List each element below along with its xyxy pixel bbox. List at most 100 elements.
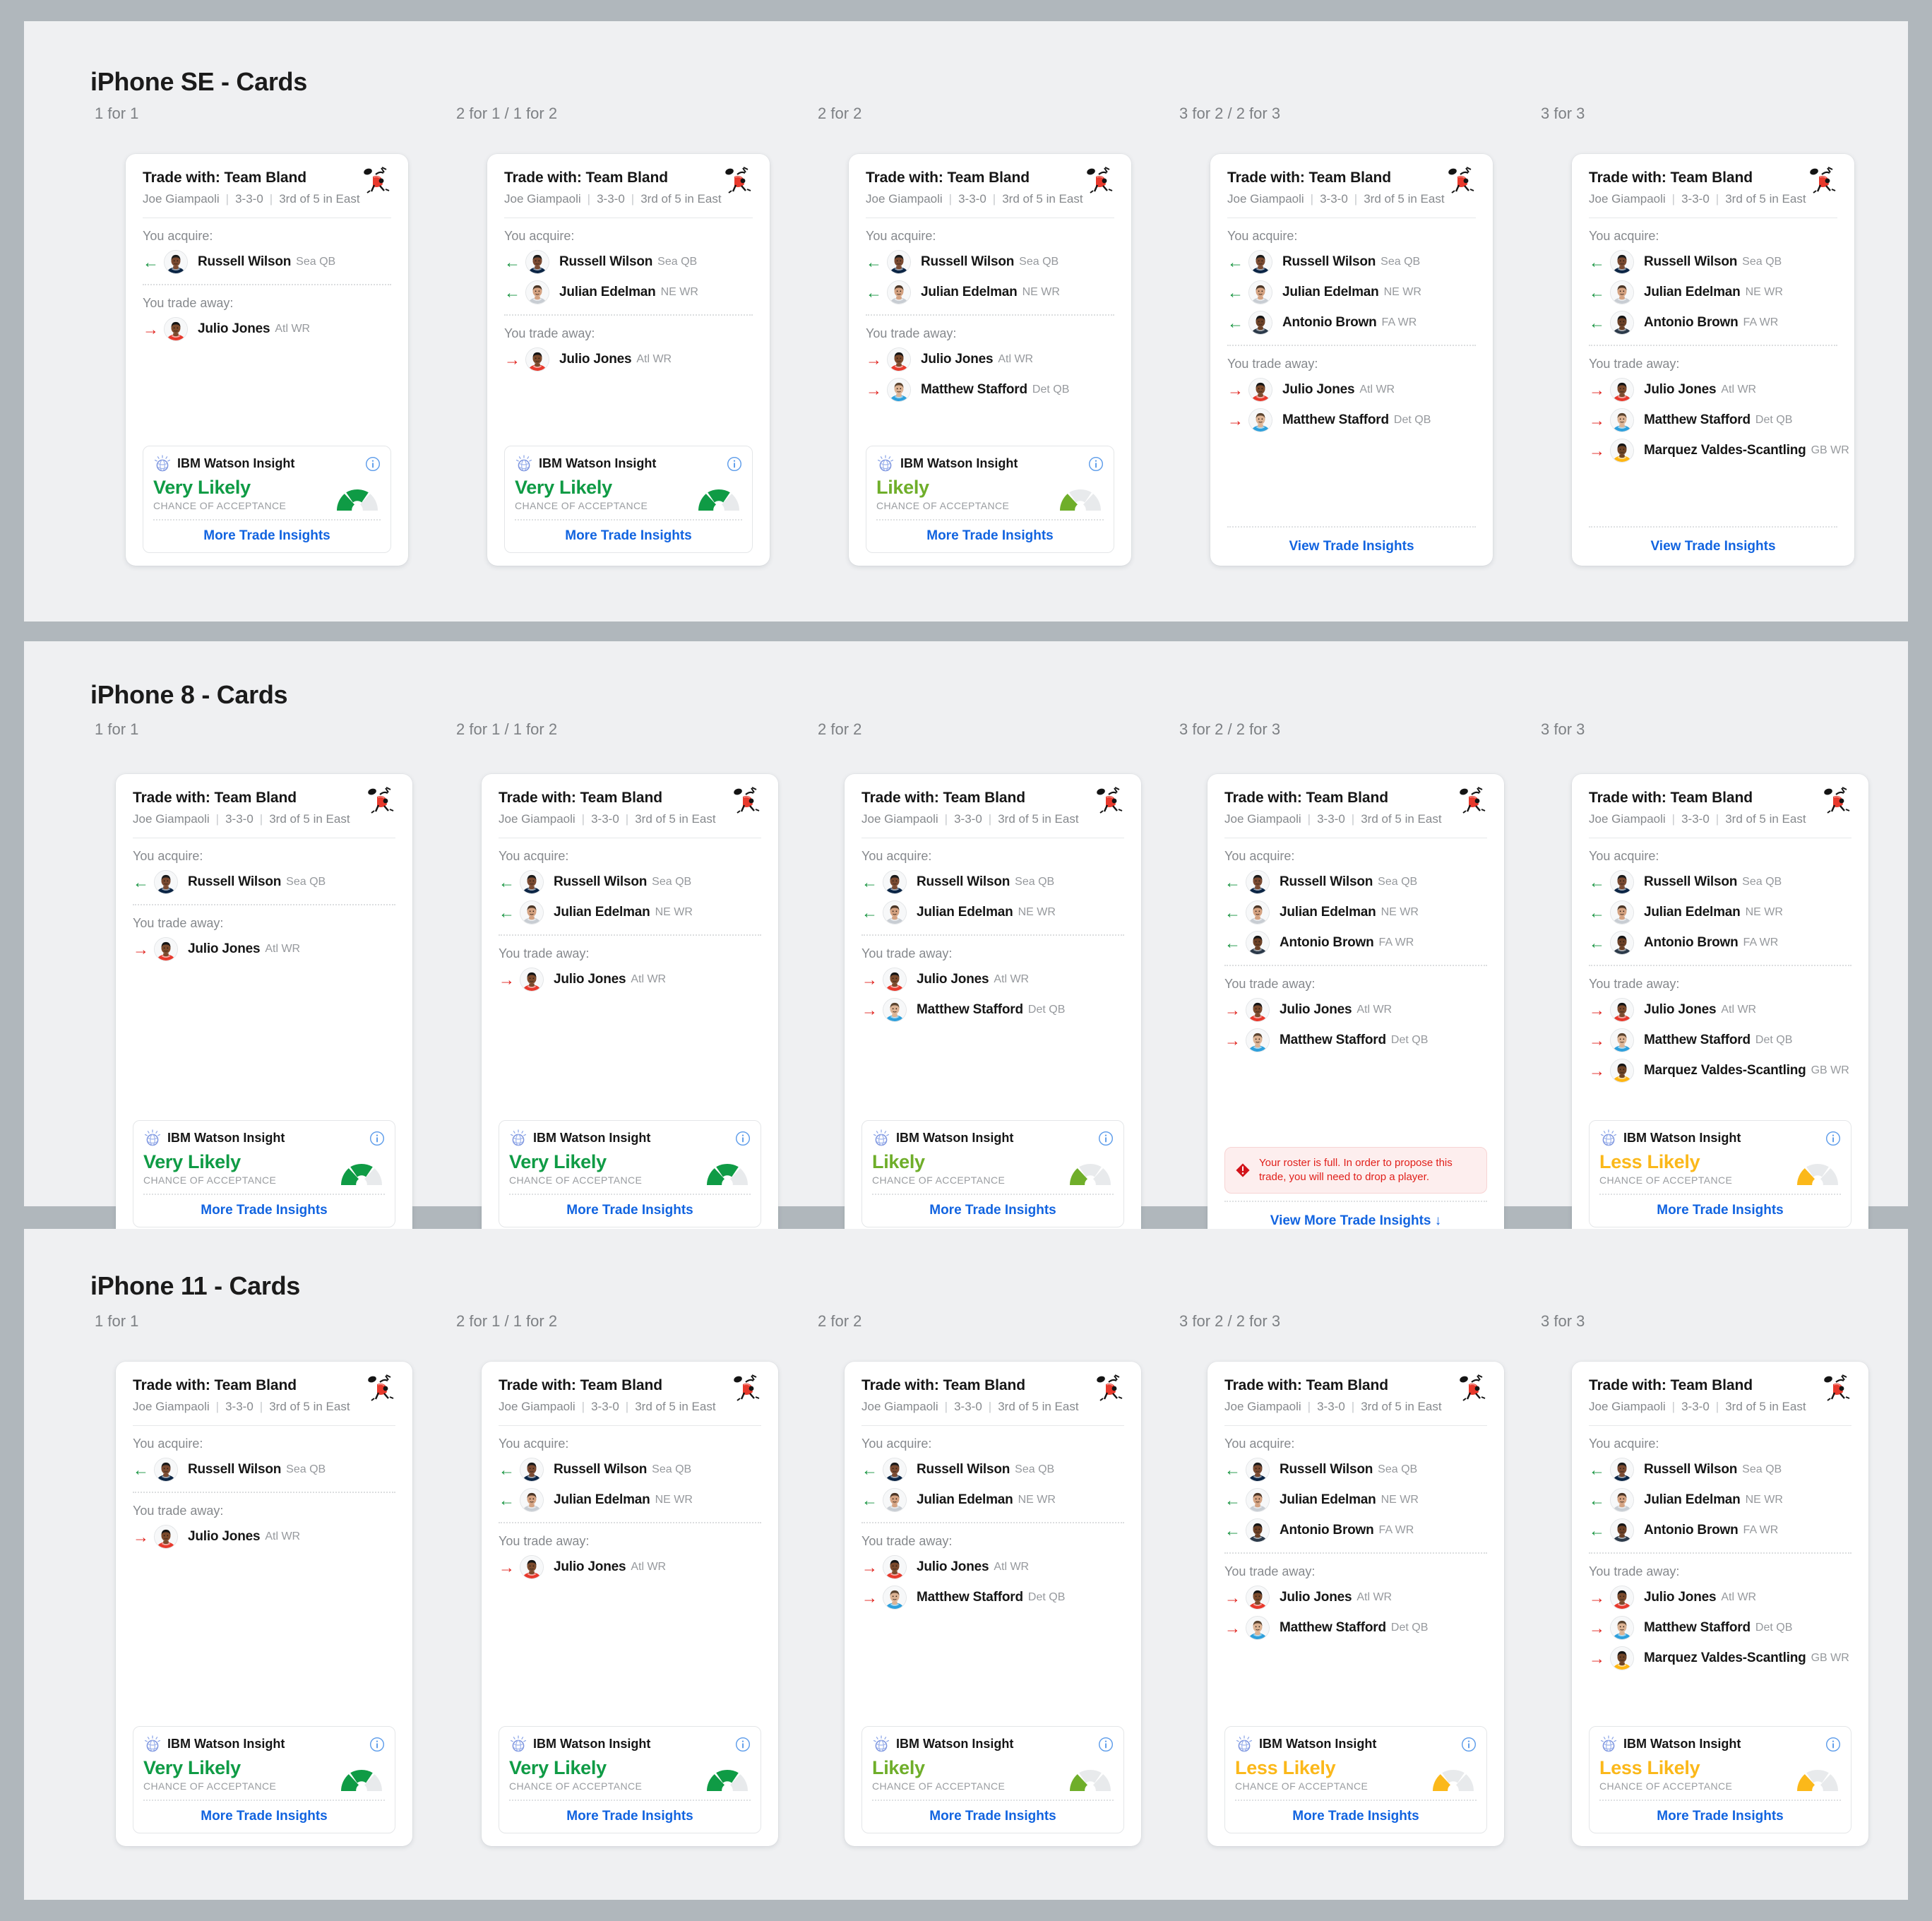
trade-card[interactable]: Trade with: Team Bland Joe Giampaoli | 3-3…: [845, 774, 1141, 1240]
player-row[interactable]: → Matthew Stafford Det QB: [1227, 408, 1476, 432]
more-trade-insights-link[interactable]: More Trade Insights: [201, 1203, 327, 1218]
player-row[interactable]: → Matthew Stafford Det QB: [1224, 1028, 1487, 1052]
player-row[interactable]: ← Russell Wilson Sea QB: [1224, 1458, 1487, 1482]
trade-card[interactable]: Trade with: Team Bland Joe Giampaoli | 3-3…: [116, 774, 412, 1240]
player-row[interactable]: → Julio Jones Atl WR: [133, 937, 395, 961]
player-row[interactable]: → Julio Jones Atl WR: [133, 1525, 395, 1549]
player-row[interactable]: ← Russell Wilson Sea QB: [143, 250, 391, 274]
player-row[interactable]: → Julio Jones Atl WR: [1227, 378, 1476, 402]
info-circle-icon[interactable]: [1461, 1737, 1477, 1752]
more-trade-insights-link[interactable]: More Trade Insights: [929, 1203, 1056, 1218]
trade-card[interactable]: Trade with: Team Bland Joe Giampaoli | 3-3…: [487, 154, 770, 566]
player-row[interactable]: → Julio Jones Atl WR: [1224, 998, 1487, 1022]
player-row[interactable]: ← Julian Edelman NE WR: [1227, 280, 1476, 304]
trade-card[interactable]: Trade with: Team Bland Joe Giampaoli | 3-3…: [1572, 774, 1868, 1240]
trade-card[interactable]: Trade with: Team Bland Joe Giampaoli | 3-3…: [1210, 154, 1493, 566]
more-trade-insights-link[interactable]: More Trade Insights: [926, 528, 1053, 543]
player-row[interactable]: → Julio Jones Atl WR: [866, 347, 1114, 371]
player-row[interactable]: ← Russell Wilson Sea QB: [1589, 250, 1837, 274]
player-row[interactable]: ← Julian Edelman NE WR: [1589, 1488, 1852, 1512]
player-row[interactable]: ← Russell Wilson Sea QB: [866, 250, 1114, 274]
player-row[interactable]: ← Antonio Brown FA WR: [1589, 931, 1852, 955]
player-row[interactable]: → Julio Jones Atl WR: [861, 968, 1124, 992]
more-trade-insights-link[interactable]: More Trade Insights: [565, 528, 691, 543]
info-circle-icon[interactable]: [369, 1737, 385, 1752]
player-row[interactable]: → Matthew Stafford Det QB: [1589, 1028, 1852, 1052]
player-row[interactable]: → Julio Jones Atl WR: [1589, 378, 1837, 402]
trade-card[interactable]: Trade with: Team Bland Joe Giampaoli | 3-3…: [1208, 774, 1504, 1240]
view-trade-insights-link[interactable]: View Trade Insights: [1650, 539, 1775, 554]
player-row[interactable]: ← Julian Edelman NE WR: [1589, 900, 1852, 924]
player-row[interactable]: → Matthew Stafford Det QB: [1589, 408, 1837, 432]
player-row[interactable]: ← Julian Edelman NE WR: [1224, 900, 1487, 924]
more-trade-insights-link[interactable]: More Trade Insights: [1657, 1809, 1783, 1824]
info-circle-icon[interactable]: [727, 456, 742, 472]
trade-card[interactable]: Trade with: Team Bland Joe Giampaoli | 3-3…: [482, 774, 778, 1240]
player-row[interactable]: ← Antonio Brown FA WR: [1224, 931, 1487, 955]
player-row[interactable]: → Julio Jones Atl WR: [1589, 998, 1852, 1022]
info-circle-icon[interactable]: [365, 456, 381, 472]
player-row[interactable]: ← Antonio Brown FA WR: [1589, 311, 1837, 335]
player-row[interactable]: ← Russell Wilson Sea QB: [133, 1458, 395, 1482]
player-row[interactable]: → Matthew Stafford Det QB: [861, 998, 1124, 1022]
trade-card[interactable]: Trade with: Team Bland Joe Giampaoli | 3-3…: [1572, 1362, 1868, 1846]
more-trade-insights-link[interactable]: More Trade Insights: [566, 1809, 693, 1824]
view-trade-insights-link[interactable]: View Trade Insights: [1289, 539, 1414, 554]
player-row[interactable]: → Julio Jones Atl WR: [1224, 1586, 1487, 1610]
info-circle-icon[interactable]: [735, 1737, 751, 1752]
info-circle-icon[interactable]: [1098, 1131, 1114, 1146]
player-row[interactable]: ← Antonio Brown FA WR: [1227, 311, 1476, 335]
info-circle-icon[interactable]: [369, 1131, 385, 1146]
player-row[interactable]: ← Julian Edelman NE WR: [861, 1488, 1124, 1512]
player-row[interactable]: → Julio Jones Atl WR: [861, 1555, 1124, 1579]
trade-card[interactable]: Trade with: Team Bland Joe Giampaoli | 3-3…: [1208, 1362, 1504, 1846]
player-row[interactable]: ← Russell Wilson Sea QB: [1589, 1458, 1852, 1482]
player-row[interactable]: ← Julian Edelman NE WR: [1224, 1488, 1487, 1512]
info-circle-icon[interactable]: [1098, 1737, 1114, 1752]
player-row[interactable]: → Matthew Stafford Det QB: [861, 1586, 1124, 1610]
player-row[interactable]: → Matthew Stafford Det QB: [1589, 1616, 1852, 1640]
player-row[interactable]: ← Julian Edelman NE WR: [499, 900, 761, 924]
player-row[interactable]: ← Julian Edelman NE WR: [499, 1488, 761, 1512]
player-row[interactable]: → Marquez Valdes-Scantling GB WR: [1589, 439, 1849, 463]
trade-card[interactable]: Trade with: Team Bland Joe Giampaoli | 3-3…: [845, 1362, 1141, 1846]
trade-card[interactable]: Trade with: Team Bland Joe Giampaoli | 3-3…: [482, 1362, 778, 1846]
player-row[interactable]: ← Russell Wilson Sea QB: [861, 870, 1124, 894]
player-row[interactable]: ← Julian Edelman NE WR: [504, 280, 753, 304]
player-row[interactable]: → Marquez Valdes-Scantling GB WR: [1589, 1646, 1852, 1670]
player-row[interactable]: ← Russell Wilson Sea QB: [499, 870, 761, 894]
info-circle-icon[interactable]: [1825, 1737, 1841, 1752]
player-row[interactable]: ← Julian Edelman NE WR: [861, 900, 1124, 924]
player-row[interactable]: ← Antonio Brown FA WR: [1589, 1518, 1852, 1542]
player-row[interactable]: ← Russell Wilson Sea QB: [1589, 870, 1852, 894]
info-circle-icon[interactable]: [735, 1131, 751, 1146]
info-circle-icon[interactable]: [1825, 1131, 1841, 1146]
more-trade-insights-link[interactable]: More Trade Insights: [1657, 1203, 1783, 1218]
player-row[interactable]: ← Russell Wilson Sea QB: [861, 1458, 1124, 1482]
trade-card[interactable]: Trade with: Team Bland Joe Giampaoli | 3-3…: [126, 154, 408, 566]
player-row[interactable]: → Matthew Stafford Det QB: [1224, 1616, 1487, 1640]
trade-card[interactable]: Trade with: Team Bland Joe Giampaoli | 3-3…: [1572, 154, 1854, 566]
player-row[interactable]: ← Russell Wilson Sea QB: [133, 870, 395, 894]
more-trade-insights-link[interactable]: More Trade Insights: [1292, 1809, 1419, 1824]
player-row[interactable]: → Julio Jones Atl WR: [499, 968, 761, 992]
player-row[interactable]: ← Russell Wilson Sea QB: [499, 1458, 761, 1482]
player-row[interactable]: ← Antonio Brown FA WR: [1224, 1518, 1487, 1542]
more-trade-insights-link[interactable]: More Trade Insights: [201, 1809, 327, 1824]
trade-card[interactable]: Trade with: Team Bland Joe Giampaoli | 3-3…: [849, 154, 1131, 566]
player-row[interactable]: ← Russell Wilson Sea QB: [504, 250, 753, 274]
player-row[interactable]: → Julio Jones Atl WR: [143, 317, 391, 341]
player-row[interactable]: ← Julian Edelman NE WR: [866, 280, 1114, 304]
more-trade-insights-link[interactable]: More Trade Insights: [203, 528, 330, 543]
trade-card[interactable]: Trade with: Team Bland Joe Giampaoli | 3-3…: [116, 1362, 412, 1846]
info-circle-icon[interactable]: [1088, 456, 1104, 472]
player-row[interactable]: → Julio Jones Atl WR: [504, 347, 753, 371]
more-trade-insights-link[interactable]: More Trade Insights: [929, 1809, 1056, 1824]
player-row[interactable]: → Marquez Valdes-Scantling GB WR: [1589, 1059, 1852, 1083]
more-trade-insights-link[interactable]: More Trade Insights: [566, 1203, 693, 1218]
player-row[interactable]: ← Russell Wilson Sea QB: [1224, 870, 1487, 894]
view-more-trade-insights-link[interactable]: View More Trade Insights ↓: [1270, 1213, 1442, 1228]
player-row[interactable]: → Julio Jones Atl WR: [1589, 1586, 1852, 1610]
player-row[interactable]: ← Russell Wilson Sea QB: [1227, 250, 1476, 274]
player-row[interactable]: ← Julian Edelman NE WR: [1589, 280, 1837, 304]
